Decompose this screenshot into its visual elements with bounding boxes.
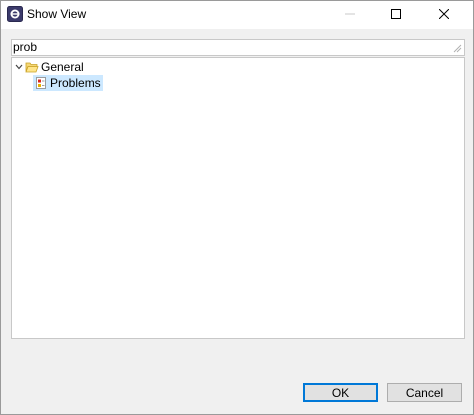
minimize-button[interactable]	[327, 1, 373, 29]
minimize-icon	[345, 8, 355, 22]
filter-input[interactable]	[12, 40, 443, 55]
window-title: Show View	[27, 7, 87, 21]
chevron-down-icon[interactable]	[14, 59, 24, 75]
problems-view-icon	[34, 76, 48, 90]
dialog-content: General Problems OK Cancel	[1, 29, 473, 414]
ok-button[interactable]: OK	[303, 383, 378, 402]
eclipse-icon	[7, 6, 23, 22]
close-button[interactable]	[421, 1, 467, 29]
close-icon	[438, 8, 450, 22]
maximize-button[interactable]	[373, 1, 419, 29]
show-view-dialog: Show View prob General Problems OK Cance…	[0, 0, 474, 415]
filter-box	[11, 39, 465, 56]
clear-filter-icon[interactable]	[452, 42, 462, 53]
maximize-icon	[391, 8, 401, 22]
tree-item-general[interactable]: General	[14, 59, 84, 75]
tree-item-problems[interactable]: Problems	[33, 75, 103, 91]
folder-open-icon	[25, 60, 39, 74]
tree-item-label: General	[41, 60, 84, 74]
cancel-button[interactable]: Cancel	[387, 383, 462, 402]
title-bar[interactable]: Show View	[1, 1, 473, 29]
view-tree[interactable]: General Problems	[11, 57, 465, 339]
tree-item-label: Problems	[50, 76, 101, 90]
